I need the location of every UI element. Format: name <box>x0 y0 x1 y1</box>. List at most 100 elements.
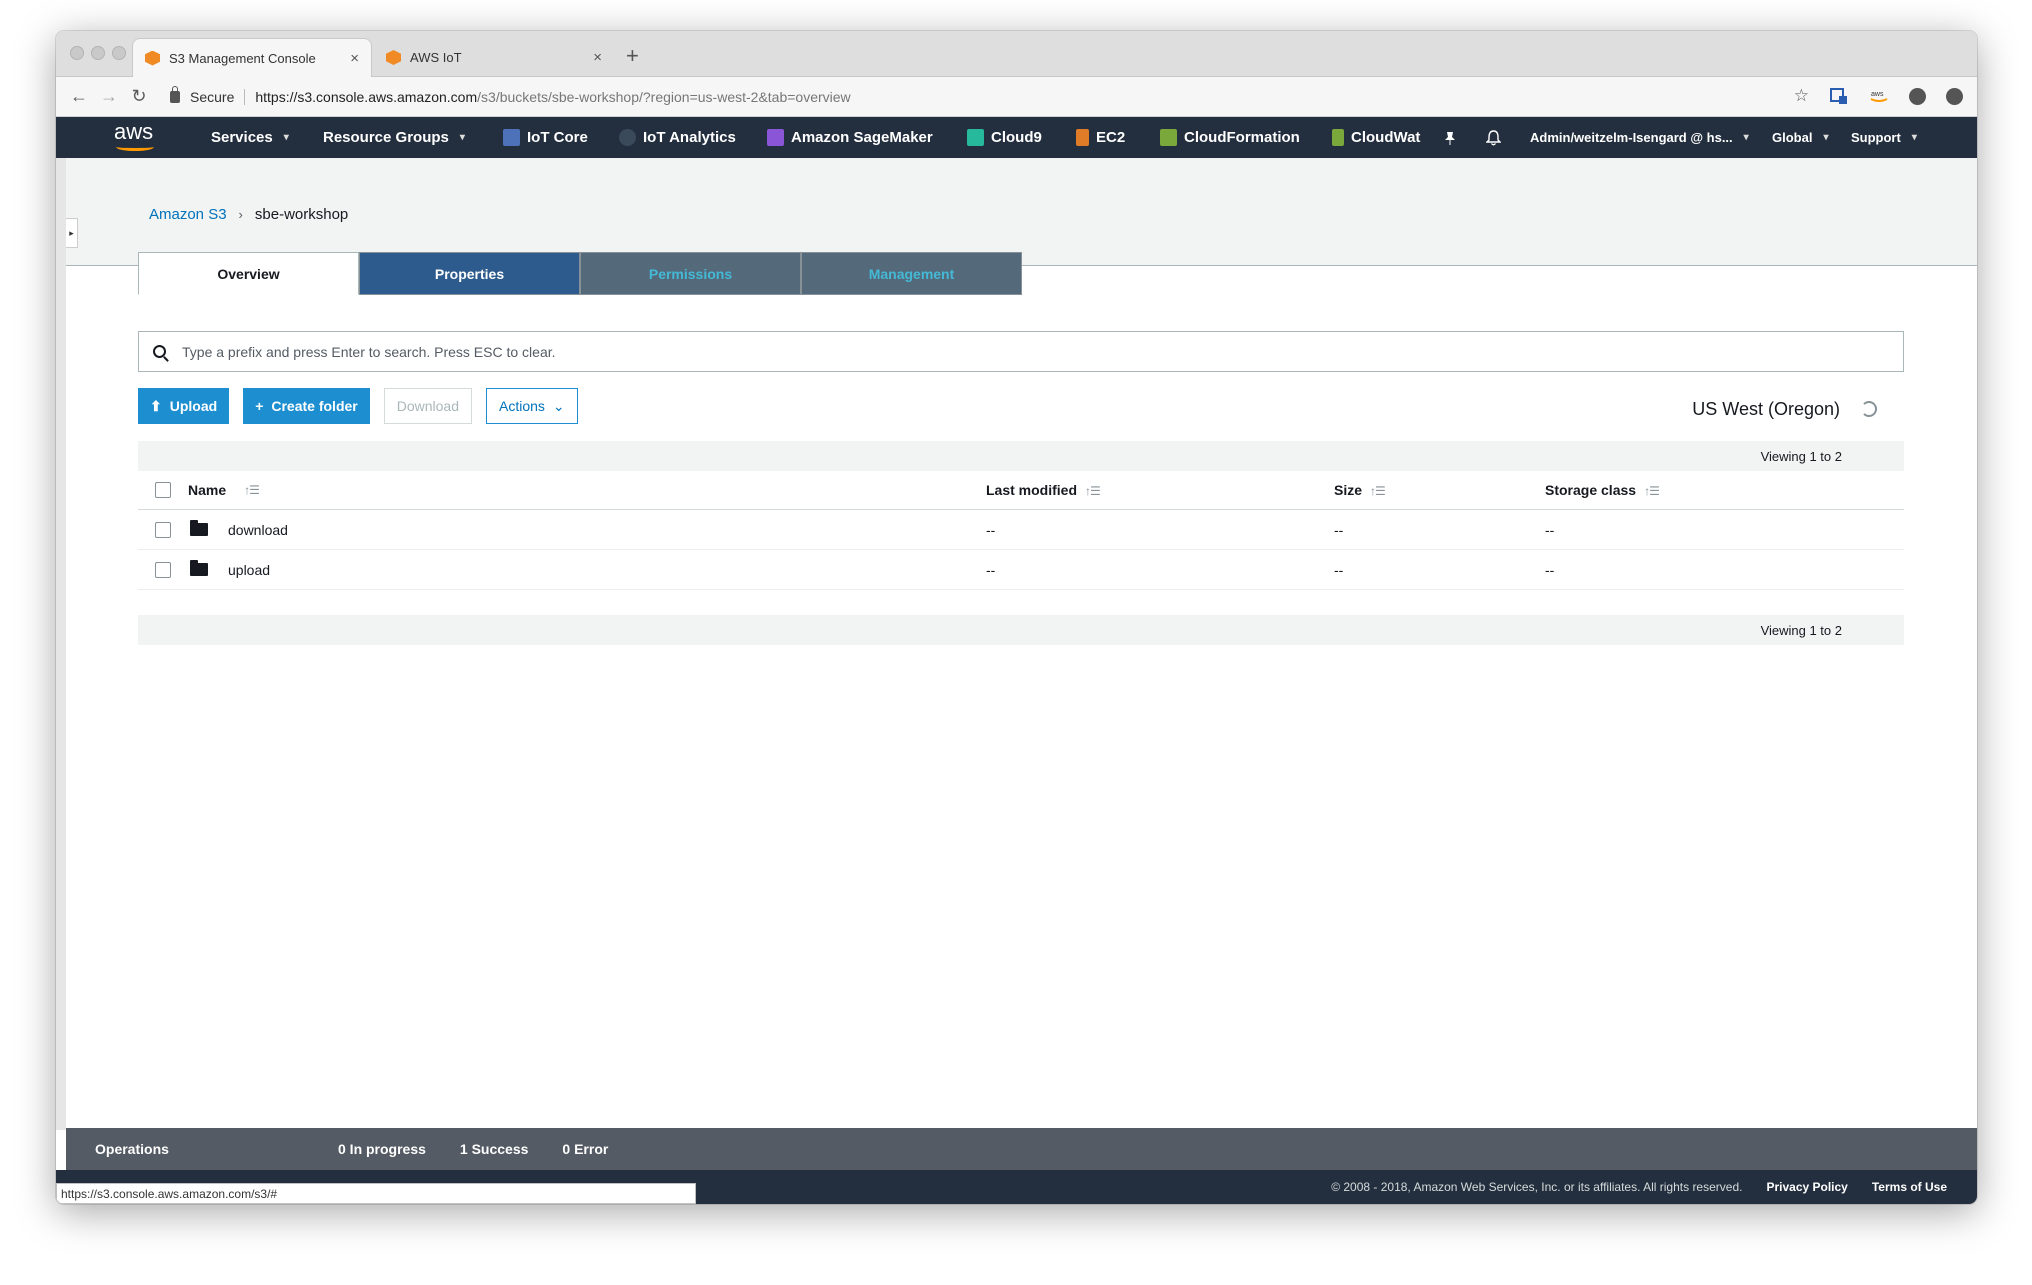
operations-bar[interactable]: Operations 0 In progress 1 Success 0 Err… <box>66 1128 1977 1170</box>
search-input[interactable]: Type a prefix and press Enter to search.… <box>138 331 1904 372</box>
cell-last-modified: -- <box>986 561 996 578</box>
folder-icon <box>190 520 208 536</box>
sidebar-toggle-button[interactable]: ▸ <box>66 218 78 248</box>
account-label: Admin/weitzelm-Isengard @ hs... <box>1530 130 1733 145</box>
sort-icon[interactable]: ↑☰ <box>1370 484 1386 498</box>
browser-tab-strip: S3 Management Console × AWS IoT × + <box>56 31 1977 77</box>
tab-management[interactable]: Management <box>801 252 1022 295</box>
extension-icon[interactable] <box>1829 86 1849 106</box>
close-tab-icon[interactable]: × <box>593 49 602 66</box>
actions-dropdown[interactable]: Actions ⌄ <box>486 388 578 424</box>
create-folder-button[interactable]: + Create folder <box>243 388 370 424</box>
tab-properties[interactable]: Properties <box>359 252 580 295</box>
chevron-down-icon: ▾ <box>1743 132 1749 143</box>
url-host: https://s3.console.aws.amazon.com <box>255 89 478 105</box>
search-icon <box>153 345 166 358</box>
browser-actions: ☆ aws <box>1794 86 1963 106</box>
upload-button[interactable]: ⬆ Upload <box>138 388 230 424</box>
nav-label: IoT Core <box>527 129 588 146</box>
nav-services[interactable]: Services ▾ <box>211 117 289 158</box>
plus-icon: + <box>255 398 264 414</box>
nav-cloud9[interactable]: Cloud9 <box>967 117 1042 158</box>
column-label: Size <box>1334 482 1363 498</box>
back-arrow-icon[interactable]: ← <box>64 86 94 107</box>
nav-iot-core[interactable]: IoT Core <box>503 117 588 158</box>
desktop-background: S3 Management Console × AWS IoT × + ← → … <box>0 0 2032 1285</box>
divider <box>244 89 246 105</box>
object-name-link[interactable]: download <box>228 522 288 538</box>
tab-overview[interactable]: Overview <box>138 252 359 295</box>
minimize-window-button[interactable] <box>91 46 105 60</box>
terms-of-use-link[interactable]: Terms of Use <box>1872 1180 1947 1194</box>
reload-icon[interactable]: ↻ <box>124 86 154 107</box>
column-name[interactable]: Name ↑☰ <box>188 482 986 498</box>
breadcrumb: Amazon S3 › sbe-workshop <box>149 206 348 223</box>
nav-ec2[interactable]: EC2 <box>1076 117 1125 158</box>
row-checkbox[interactable] <box>155 561 171 578</box>
iot-core-icon <box>503 129 520 146</box>
amazon-extension-icon[interactable]: aws <box>1869 86 1889 106</box>
sort-icon[interactable]: ↑☰ <box>1085 484 1101 498</box>
download-label: Download <box>396 398 459 414</box>
table-row[interactable]: upload -- -- -- <box>138 550 1904 590</box>
url-path: /s3/buckets/sbe-workshop/?region=us-west… <box>477 89 851 105</box>
forward-arrow-icon[interactable]: → <box>94 86 124 107</box>
table-header: Name ↑☰ Last modified ↑☰ Size ↑☰ Storage cl… <box>138 471 1904 510</box>
actions-label: Actions <box>499 398 545 414</box>
maximize-window-button[interactable] <box>112 46 126 60</box>
column-last-modified[interactable]: Last modified ↑☰ <box>986 482 1334 498</box>
nav-iot-analytics[interactable]: IoT Analytics <box>619 117 736 158</box>
upload-label: Upload <box>169 398 218 414</box>
nav-cloudformation[interactable]: CloudFormation <box>1160 117 1300 158</box>
lock-icon <box>170 86 180 103</box>
error-count: 0 Error <box>562 1141 609 1157</box>
nav-label: Services <box>211 129 273 146</box>
refresh-icon[interactable] <box>1861 401 1877 417</box>
cell-size: -- <box>1334 521 1344 538</box>
bookmark-star-icon[interactable]: ☆ <box>1794 86 1809 106</box>
objects-table: Viewing 1 to 2 Name ↑☰ Last modified ↑☰ Si… <box>138 441 1904 645</box>
tab-title: S3 Management Console <box>169 50 316 66</box>
cloud9-icon <box>967 129 984 146</box>
close-window-button[interactable] <box>70 46 84 60</box>
table-row[interactable]: download -- -- -- <box>138 510 1904 550</box>
privacy-policy-link[interactable]: Privacy Policy <box>1766 1180 1847 1194</box>
browser-tab-iot[interactable]: AWS IoT × <box>374 38 614 77</box>
sidebar-rail <box>56 158 66 1130</box>
nav-resource-groups[interactable]: Resource Groups ▾ <box>323 117 465 158</box>
region-menu[interactable]: Global ▾ <box>1772 117 1828 158</box>
pagination-bottom: Viewing 1 to 2 <box>138 615 1904 645</box>
aws-logo[interactable]: aws <box>114 121 158 153</box>
profile-icon[interactable] <box>1909 87 1926 105</box>
pin-icon[interactable] <box>1444 117 1456 158</box>
select-all-checkbox[interactable] <box>155 482 171 498</box>
breadcrumb-amazon-s3[interactable]: Amazon S3 <box>149 206 227 223</box>
column-label: Storage class <box>1545 482 1637 498</box>
bell-icon[interactable] <box>1486 117 1501 158</box>
url-field[interactable]: Secure https://s3.console.aws.amazon.com… <box>170 84 1727 110</box>
svg-text:aws: aws <box>1871 91 1884 98</box>
object-name-link[interactable]: upload <box>228 562 270 578</box>
row-checkbox[interactable] <box>155 521 171 538</box>
create-folder-label: Create folder <box>271 398 358 414</box>
aws-cube-icon <box>386 50 401 65</box>
viewing-count: Viewing 1 to 2 <box>1760 448 1842 464</box>
support-menu[interactable]: Support ▾ <box>1851 117 1917 158</box>
browser-tab-s3[interactable]: S3 Management Console × <box>132 38 372 77</box>
menu-icon[interactable] <box>1946 87 1963 105</box>
download-button[interactable]: Download <box>383 388 472 424</box>
nav-cloudwatch[interactable]: CloudWat <box>1332 117 1420 158</box>
cloudformation-icon <box>1160 129 1177 146</box>
sort-icon[interactable]: ↑☰ <box>244 483 260 497</box>
tab-permissions[interactable]: Permissions <box>580 252 801 295</box>
operations-label: Operations <box>95 1141 169 1157</box>
account-menu[interactable]: Admin/weitzelm-Isengard @ hs... ▾ <box>1530 117 1749 158</box>
aws-top-nav: aws Services ▾ Resource Groups ▾ IoT Core … <box>56 117 1977 158</box>
sort-icon[interactable]: ↑☰ <box>1644 484 1660 498</box>
new-tab-button[interactable]: + <box>626 45 639 67</box>
column-storage-class[interactable]: Storage class ↑☰ <box>1545 482 1904 498</box>
nav-sagemaker[interactable]: Amazon SageMaker <box>767 117 933 158</box>
close-tab-icon[interactable]: × <box>350 50 359 67</box>
viewing-count: Viewing 1 to 2 <box>1760 622 1842 638</box>
column-size[interactable]: Size ↑☰ <box>1334 482 1545 498</box>
